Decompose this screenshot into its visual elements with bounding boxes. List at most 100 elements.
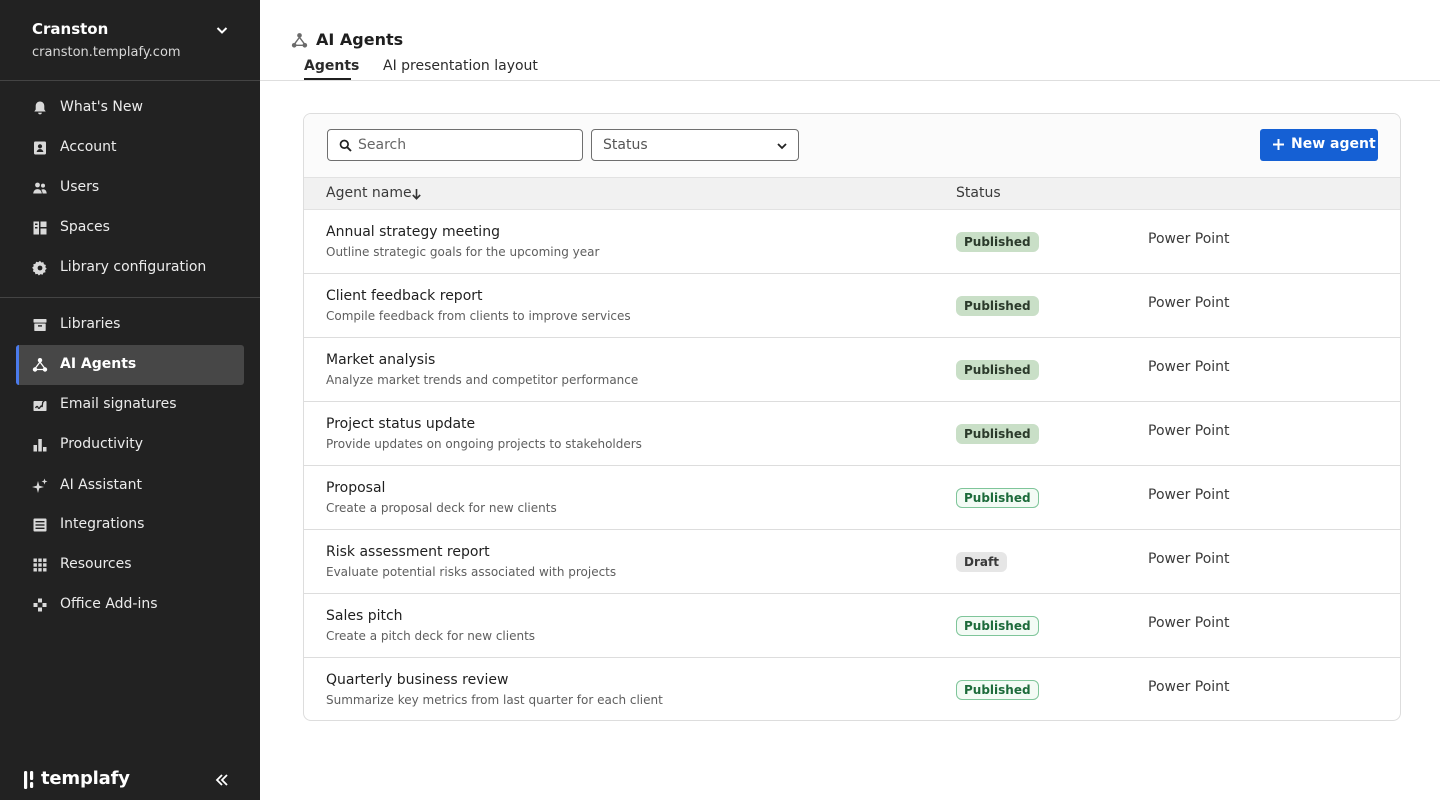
sidebar-divider (0, 297, 260, 298)
sparkle-icon (32, 478, 48, 493)
sidebar-item-users[interactable]: Users (16, 168, 244, 208)
agent-output-type: Power Point (1148, 295, 1230, 311)
agent-description: Provide updates on ongoing projects to s… (326, 437, 642, 451)
agent-description: Create a proposal deck for new clients (326, 501, 557, 515)
sidebar-item-label: What's New (60, 99, 143, 115)
agent-name[interactable]: Proposal (326, 480, 385, 496)
account-icon (34, 141, 46, 155)
agent-name[interactable]: Market analysis (326, 352, 435, 368)
gear-icon (32, 260, 47, 276)
org-domain: cranston.templafy.com (32, 45, 181, 60)
agent-name[interactable]: Sales pitch (326, 608, 403, 624)
table-row[interactable]: Risk assessment report Evaluate potential… (304, 530, 1400, 594)
sidebar-item-account[interactable]: Account (16, 128, 244, 168)
status-badge: Published (956, 424, 1039, 444)
agent-description: Create a pitch deck for new clients (326, 629, 536, 643)
status-badge: Published (956, 680, 1039, 700)
org-name: Cranston (32, 20, 109, 38)
column-header-agent-name[interactable]: Agent name (326, 185, 412, 201)
sidebar-item-spaces[interactable]: Spaces (16, 208, 244, 248)
add-ins-icon (33, 598, 47, 612)
ai-agents-icon (291, 33, 308, 48)
status-badge: Published (956, 296, 1039, 316)
sidebar-item-label: Account (60, 139, 117, 155)
sidebar-item-ai-assistant[interactable]: AI Assistant (16, 466, 244, 506)
agent-output-type: Power Point (1148, 231, 1230, 247)
bell-icon (34, 101, 46, 115)
agent-description: Outline strategic goals for the upcoming… (326, 245, 600, 259)
sidebar-item-label: AI Agents (60, 356, 137, 372)
grid-icon (33, 558, 47, 572)
agent-output-type: Power Point (1148, 615, 1230, 631)
sidebar-item-whats-new[interactable]: What's New (16, 88, 244, 128)
page-title: AI Agents (316, 30, 404, 49)
agent-name[interactable]: Risk assessment report (326, 544, 490, 560)
header-divider (260, 80, 1440, 81)
sidebar-item-label: Libraries (60, 316, 121, 332)
sidebar: Cranston cranston.templafy.com What's Ne… (0, 0, 260, 800)
column-header-status[interactable]: Status (956, 185, 1001, 201)
chevron-down-icon[interactable] (214, 22, 230, 38)
table-row[interactable]: Project status update Provide updates on … (304, 402, 1400, 466)
sidebar-item-label: Office Add-ins (60, 596, 158, 612)
sidebar-item-resources[interactable]: Resources (16, 545, 244, 585)
status-badge: Draft (956, 552, 1007, 572)
tab-agents[interactable]: Agents (304, 58, 359, 74)
agent-name[interactable]: Project status update (326, 416, 475, 432)
sidebar-item-libraries[interactable]: Libraries (16, 305, 244, 345)
agent-name[interactable]: Client feedback report (326, 288, 483, 304)
sidebar-item-email-signatures[interactable]: Email signatures (16, 385, 244, 425)
agent-description: Analyze market trends and competitor per… (326, 373, 639, 387)
email-signature-icon (33, 398, 47, 411)
brand-name: templafy (41, 768, 130, 789)
org-switcher[interactable]: Cranston cranston.templafy.com (0, 0, 260, 81)
new-agent-label: New agent (1291, 136, 1376, 152)
table-toolbar: Status New agent (304, 114, 1400, 177)
sidebar-item-ai-agents[interactable]: AI Agents (16, 345, 244, 385)
agent-output-type: Power Point (1148, 423, 1230, 439)
collapse-sidebar-icon[interactable] (213, 771, 231, 789)
sidebar-item-label: Resources (60, 556, 132, 572)
ai-agents-icon (32, 358, 48, 372)
search-input[interactable] (358, 134, 573, 156)
table-row[interactable]: Annual strategy meeting Outline strategic… (304, 210, 1400, 274)
productivity-icon (33, 439, 47, 452)
table-row[interactable]: Sales pitch Create a pitch deck for new c… (304, 594, 1400, 658)
status-filter-select[interactable]: Status (591, 129, 799, 161)
table-row[interactable]: Market analysis Analyze market trends and… (304, 338, 1400, 402)
table-row[interactable]: Proposal Create a proposal deck for new c… (304, 466, 1400, 530)
sidebar-item-library-configuration[interactable]: Library configuration (16, 248, 244, 288)
sidebar-item-label: Email signatures (60, 396, 177, 412)
sidebar-item-label: Spaces (60, 219, 110, 235)
agent-description: Evaluate potential risks associated with… (326, 565, 617, 579)
sidebar-item-label: AI Assistant (60, 477, 142, 493)
agents-table-card: Status New agent Agent name Status Annua… (303, 113, 1401, 721)
libraries-icon (33, 319, 47, 331)
chevron-down-icon (777, 143, 787, 150)
status-badge: Published (956, 616, 1039, 636)
search-box[interactable] (327, 129, 583, 161)
table-row[interactable]: Client feedback report Compile feedback f… (304, 274, 1400, 338)
sidebar-item-label: Library configuration (60, 259, 207, 275)
sidebar-item-productivity[interactable]: Productivity (16, 425, 244, 465)
sidebar-item-label: Users (60, 179, 100, 195)
sidebar-item-label: Productivity (60, 436, 143, 452)
tab-ai-presentation-layout[interactable]: AI presentation layout (383, 58, 538, 74)
table-header: Agent name Status (304, 177, 1400, 210)
agent-output-type: Power Point (1148, 359, 1230, 375)
plus-icon (1273, 139, 1284, 150)
integrations-icon (33, 518, 47, 532)
spaces-icon (33, 221, 47, 235)
table-row[interactable]: Quarterly business review Summarize key m… (304, 658, 1400, 720)
sidebar-item-office-add-ins[interactable]: Office Add-ins (16, 585, 244, 625)
sort-descending-icon[interactable] (411, 188, 422, 200)
agent-name[interactable]: Quarterly business review (326, 672, 508, 688)
templafy-logo-icon (24, 771, 34, 789)
agent-description: Compile feedback from clients to improve… (326, 309, 631, 323)
agent-description: Summarize key metrics from last quarter … (326, 693, 663, 707)
status-filter-label: Status (603, 137, 648, 153)
agent-name[interactable]: Annual strategy meeting (326, 224, 500, 240)
sidebar-item-integrations[interactable]: Integrations (16, 505, 244, 545)
new-agent-button[interactable]: New agent (1260, 129, 1378, 161)
search-icon (339, 139, 352, 152)
